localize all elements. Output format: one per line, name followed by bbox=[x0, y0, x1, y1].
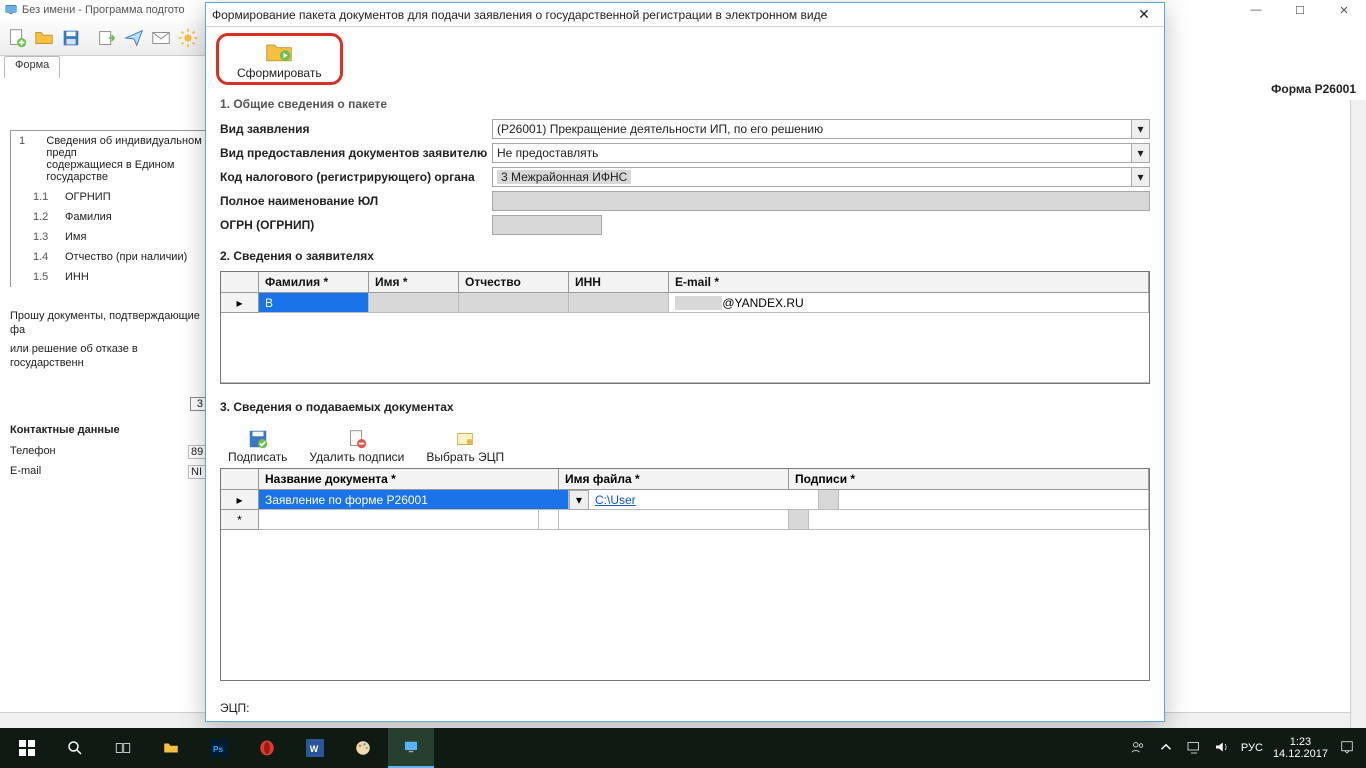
ecp-status: ЭЦП: bbox=[220, 701, 249, 715]
generate-button[interactable]: Сформировать bbox=[216, 33, 343, 85]
main-toolbar bbox=[0, 20, 205, 56]
mail-icon[interactable] bbox=[149, 24, 174, 52]
contacts-heading: Контактные данные bbox=[10, 424, 210, 436]
tab-form[interactable]: Форма bbox=[4, 56, 60, 78]
app-title: Без имени - Программа подгото bbox=[22, 4, 185, 16]
col-filename[interactable]: Имя файла * bbox=[559, 469, 789, 490]
svg-text:W: W bbox=[310, 744, 319, 754]
monitor-icon bbox=[4, 3, 18, 17]
tray-network-icon[interactable] bbox=[1185, 738, 1203, 759]
export-icon[interactable] bbox=[95, 24, 120, 52]
taskbar-explorer-icon[interactable] bbox=[148, 728, 194, 768]
col-signatures[interactable]: Подписи * bbox=[789, 469, 1149, 490]
doc-delete-icon bbox=[344, 428, 370, 450]
section-text: Сведения об индивидуальном предп bbox=[46, 135, 202, 159]
pred-combo[interactable]: Не предоставлять▾ bbox=[492, 143, 1150, 163]
certificate-icon bbox=[452, 428, 478, 450]
close-button[interactable]: ✕ bbox=[1322, 0, 1366, 20]
pred-label: Вид предоставления документов заявителю bbox=[220, 146, 492, 160]
chevron-down-icon[interactable]: ▾ bbox=[1131, 120, 1149, 138]
package-dialog: Формирование пакета документов для подач… bbox=[205, 2, 1165, 722]
section2-title: 2. Сведения о заявителях bbox=[220, 249, 1150, 263]
settings-icon[interactable] bbox=[176, 24, 201, 52]
document-row-new[interactable]: * bbox=[221, 510, 1149, 530]
open-folder-icon[interactable] bbox=[31, 24, 56, 52]
delete-signatures-button[interactable]: Удалить подписи bbox=[309, 428, 404, 464]
search-icon[interactable] bbox=[52, 728, 98, 768]
background-form-outline: 1 Сведения об индивидуальном предп содер… bbox=[10, 130, 210, 482]
section1-title: 1. Общие сведения о пакете bbox=[220, 97, 1150, 111]
ogrn-label: ОГРН (ОГРНИП) bbox=[220, 218, 492, 232]
sign-button[interactable]: Подписать bbox=[228, 428, 287, 464]
section-text: содержащиеся в Едином государстве bbox=[46, 159, 202, 183]
taskbar-word-icon[interactable]: W bbox=[292, 728, 338, 768]
cell-firstname[interactable] bbox=[369, 293, 459, 313]
docname-dropdown-icon[interactable]: ▾ bbox=[569, 490, 589, 510]
taxcode-combo[interactable]: 3 Межрайонная ИФНС▾ bbox=[492, 167, 1150, 187]
dialog-close-button[interactable]: ✕ bbox=[1130, 5, 1158, 25]
cell-email[interactable]: @YANDEX.RU bbox=[722, 296, 803, 310]
pick-ecp-button[interactable]: Выбрать ЭЦП bbox=[426, 428, 504, 464]
fullname-field[interactable] bbox=[492, 191, 1150, 211]
maximize-button[interactable]: ☐ bbox=[1278, 0, 1322, 20]
taxcode-label: Код налогового (регистрирующего) органа bbox=[220, 170, 492, 184]
vid-combo[interactable]: (Р26001) Прекращение деятельности ИП, по… bbox=[492, 119, 1150, 139]
cell-sign-indicator[interactable] bbox=[819, 490, 839, 510]
folder-play-icon bbox=[265, 40, 293, 64]
col-email[interactable]: E-mail * bbox=[669, 272, 1149, 293]
fullname-label: Полное наименование ЮЛ bbox=[220, 194, 492, 208]
tab-strip: Форма bbox=[4, 56, 60, 78]
applicant-row[interactable]: ▸ В @YANDEX.RU bbox=[221, 293, 1149, 313]
document-row[interactable]: ▸ Заявление по форме Р26001 ▾ C:\User bbox=[221, 490, 1149, 510]
applicants-grid[interactable]: Фамилия * Имя * Отчество ИНН E-mail * ▸ … bbox=[220, 271, 1150, 384]
col-docname[interactable]: Название документа * bbox=[259, 469, 559, 490]
cell-filepath[interactable]: C:\User bbox=[595, 493, 636, 507]
cell-signatures[interactable] bbox=[839, 490, 1149, 510]
taskbar-photoshop-icon[interactable]: Ps bbox=[196, 728, 242, 768]
cell-patronymic[interactable] bbox=[459, 293, 569, 313]
row-selector-icon[interactable]: ▸ bbox=[221, 490, 259, 510]
col-inn[interactable]: ИНН bbox=[569, 272, 669, 293]
tray-up-icon[interactable] bbox=[1157, 738, 1175, 759]
vid-label: Вид заявления bbox=[220, 122, 492, 136]
vertical-scrollbar[interactable] bbox=[1350, 100, 1366, 728]
window-controls: — ☐ ✕ bbox=[1234, 0, 1366, 20]
section3-title: 3. Сведения о подаваемых документах bbox=[220, 400, 1150, 414]
dialog-title: Формирование пакета документов для подач… bbox=[212, 8, 827, 22]
taskbar-paint-icon[interactable] bbox=[340, 728, 386, 768]
tray-volume-icon[interactable] bbox=[1213, 738, 1231, 759]
chevron-down-icon[interactable]: ▾ bbox=[1131, 168, 1149, 186]
send-icon[interactable] bbox=[122, 24, 147, 52]
form-code-label: Форма Р26001 bbox=[1271, 82, 1356, 96]
section-num: 1 bbox=[19, 135, 38, 183]
col-lastname[interactable]: Фамилия * bbox=[259, 272, 369, 293]
new-doc-icon[interactable] bbox=[4, 24, 29, 52]
col-patronymic[interactable]: Отчество bbox=[459, 272, 569, 293]
minimize-button[interactable]: — bbox=[1234, 0, 1278, 20]
taskbar-opera-icon[interactable] bbox=[244, 728, 290, 768]
tray-language[interactable]: РУС bbox=[1241, 742, 1263, 754]
cell-inn[interactable] bbox=[569, 293, 669, 313]
cell-lastname[interactable]: В bbox=[259, 293, 369, 313]
dialog-titlebar: Формирование пакета документов для подач… bbox=[206, 3, 1164, 27]
tray-people-icon[interactable] bbox=[1129, 738, 1147, 759]
new-row-icon[interactable]: * bbox=[221, 510, 259, 530]
cell-sign-indicator[interactable] bbox=[789, 510, 809, 530]
save-icon[interactable] bbox=[58, 24, 83, 52]
tray-notifications-icon[interactable] bbox=[1338, 738, 1356, 759]
save-sign-icon bbox=[245, 428, 271, 450]
col-firstname[interactable]: Имя * bbox=[369, 272, 459, 293]
tray-clock[interactable]: 1:23 14.12.2017 bbox=[1273, 736, 1328, 760]
chevron-down-icon[interactable]: ▾ bbox=[1131, 144, 1149, 162]
cell-docname[interactable]: Заявление по форме Р26001 bbox=[259, 490, 569, 510]
row-selector-icon[interactable]: ▸ bbox=[221, 293, 259, 313]
start-button[interactable] bbox=[4, 728, 50, 768]
generate-label: Сформировать bbox=[237, 66, 322, 80]
documents-grid[interactable]: Название документа * Имя файла * Подписи… bbox=[220, 468, 1150, 681]
taskbar-current-app-icon[interactable] bbox=[388, 728, 434, 768]
svg-text:Ps: Ps bbox=[213, 745, 224, 754]
ogrn-field[interactable] bbox=[492, 215, 602, 235]
windows-taskbar: Ps W РУС 1:23 14.12.2017 bbox=[0, 728, 1366, 768]
task-view-icon[interactable] bbox=[100, 728, 146, 768]
